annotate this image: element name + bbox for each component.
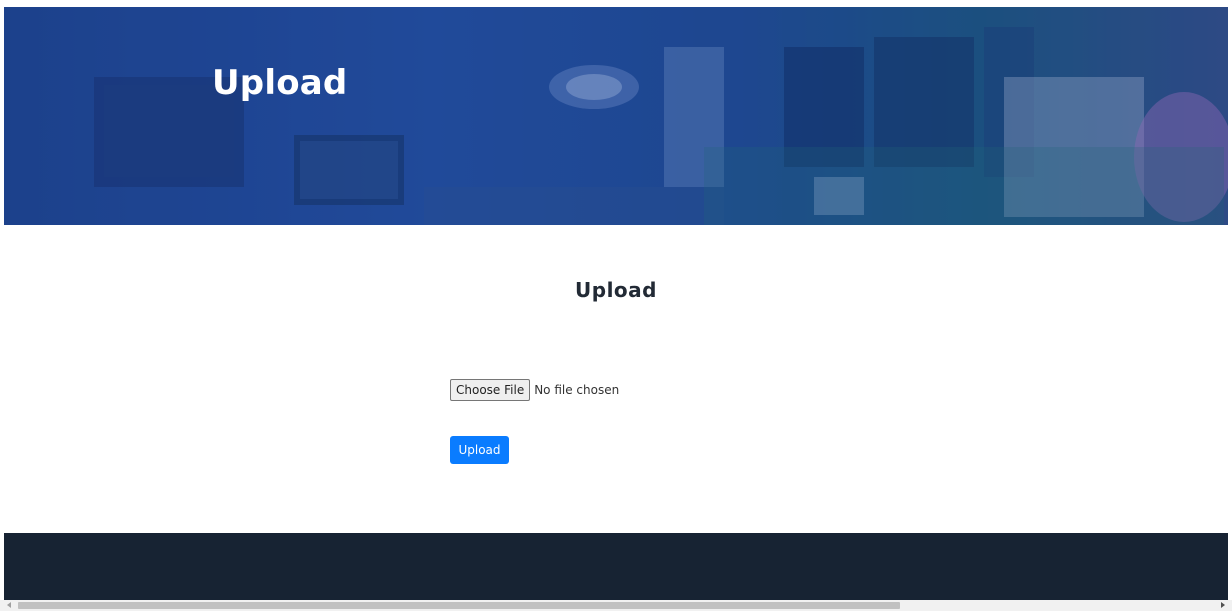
hero-banner: Upload xyxy=(4,7,1228,225)
page: Upload Upload Choose File No file chosen… xyxy=(4,0,1228,600)
upload-heading: Upload xyxy=(575,278,657,302)
scroll-left-icon[interactable] xyxy=(7,602,11,608)
footer xyxy=(4,533,1228,600)
file-status-text: No file chosen xyxy=(534,383,620,397)
upload-button[interactable]: Upload xyxy=(450,436,509,464)
hero-title: Upload xyxy=(212,63,348,103)
hero-background-image xyxy=(4,7,1228,225)
choose-file-button[interactable]: Choose File xyxy=(450,379,531,401)
page-edge xyxy=(1228,0,1232,600)
horizontal-scrollbar[interactable] xyxy=(0,600,1232,611)
scrollbar-thumb[interactable] xyxy=(18,602,900,609)
scroll-right-icon[interactable] xyxy=(1221,602,1225,608)
file-input[interactable]: Choose File No file chosen xyxy=(450,379,619,401)
